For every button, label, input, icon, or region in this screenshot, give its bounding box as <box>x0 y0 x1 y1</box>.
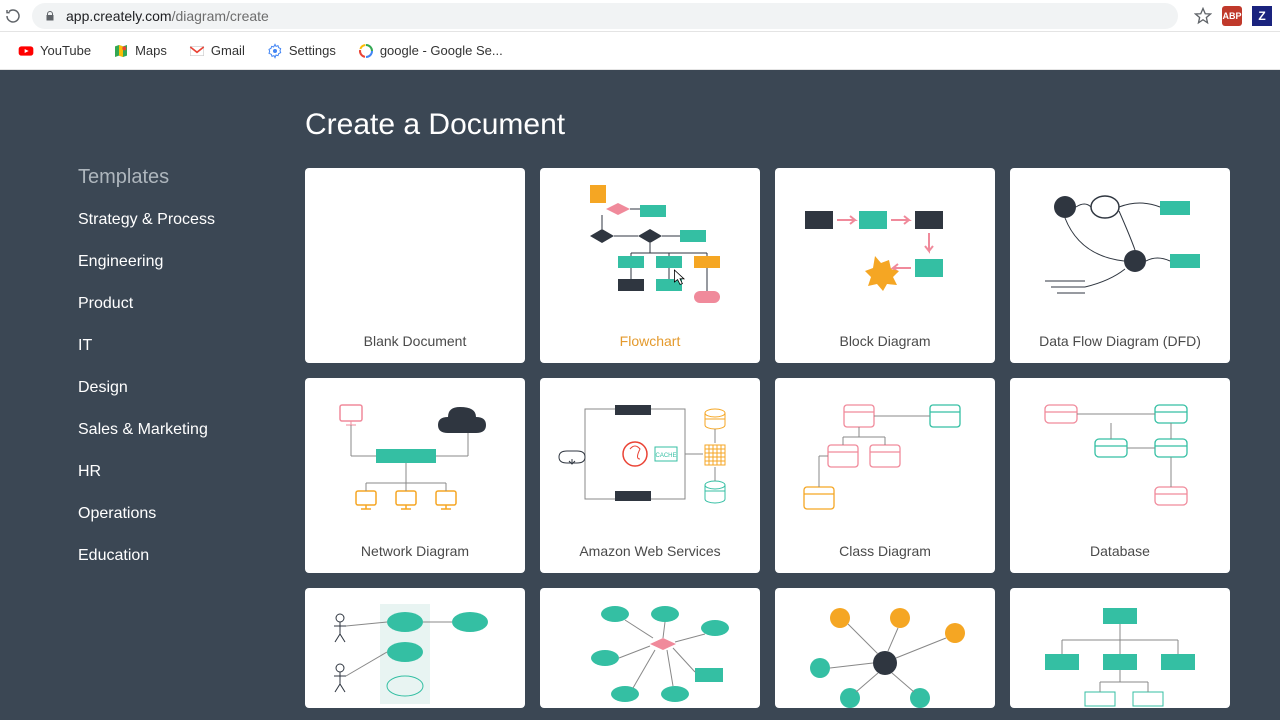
template-flowchart[interactable]: Flowchart <box>540 168 760 363</box>
address-bar[interactable]: app.creately.com/diagram/create <box>32 3 1178 29</box>
thumb-flowchart <box>540 168 760 323</box>
bookmark-gmail[interactable]: Gmail <box>189 43 245 59</box>
template-label: Amazon Web Services <box>540 533 760 573</box>
template-database[interactable]: Database <box>1010 378 1230 573</box>
maps-icon <box>113 43 129 59</box>
sidebar-item-hr[interactable]: HR <box>78 463 285 481</box>
adblock-extension-icon[interactable]: ABP <box>1222 6 1242 26</box>
template-block-diagram[interactable]: Block Diagram <box>775 168 995 363</box>
settings-icon <box>267 43 283 59</box>
template-aws[interactable]: CACHE <box>540 378 760 573</box>
sidebar-heading: Templates <box>78 166 285 189</box>
template-label: Flowchart <box>540 323 760 363</box>
app-container: Templates Strategy & Process Engineering… <box>0 70 1280 720</box>
cursor-icon <box>672 268 688 288</box>
google-icon <box>358 43 374 59</box>
template-network-diagram[interactable]: Network Diagram <box>305 378 525 573</box>
template-label: Network Diagram <box>305 533 525 573</box>
template-label: Class Diagram <box>775 533 995 573</box>
bookmark-label: google - Google Se... <box>380 43 503 58</box>
sidebar-item-engineering[interactable]: Engineering <box>78 253 285 271</box>
template-label: Database <box>1010 533 1230 573</box>
bookmark-settings[interactable]: Settings <box>267 43 336 59</box>
sidebar-item-product[interactable]: Product <box>78 295 285 313</box>
sidebar-item-education[interactable]: Education <box>78 547 285 565</box>
thumb-blank <box>305 168 525 323</box>
sidebar-item-design[interactable]: Design <box>78 379 285 397</box>
thumb-aws: CACHE <box>540 378 760 533</box>
thumb-orgchart <box>1010 588 1230 718</box>
thumb-graph <box>775 588 995 718</box>
extension-z-icon[interactable]: Z <box>1252 6 1272 26</box>
template-card[interactable] <box>775 588 995 708</box>
template-card[interactable] <box>540 588 760 708</box>
template-dfd[interactable]: Data Flow Diagram (DFD) <box>1010 168 1230 363</box>
template-label: Blank Document <box>305 323 525 363</box>
template-class-diagram[interactable]: Class Diagram <box>775 378 995 573</box>
gmail-icon <box>189 43 205 59</box>
thumb-database <box>1010 378 1230 533</box>
page-title: Create a Document <box>305 108 1228 142</box>
sidebar-item-operations[interactable]: Operations <box>78 505 285 523</box>
youtube-icon <box>18 43 34 59</box>
template-label: Data Flow Diagram (DFD) <box>1010 323 1230 363</box>
thumb-usecase <box>305 588 525 718</box>
thumb-mindmap <box>540 588 760 718</box>
sidebar-item-sales[interactable]: Sales & Marketing <box>78 421 285 439</box>
lock-icon <box>44 9 56 23</box>
bookmark-label: Gmail <box>211 43 245 58</box>
svg-text:CACHE: CACHE <box>655 453 676 459</box>
thumb-block <box>775 168 995 323</box>
thumb-class <box>775 378 995 533</box>
sidebar-item-it[interactable]: IT <box>78 337 285 355</box>
bookmark-star-icon[interactable] <box>1194 7 1212 25</box>
browser-toolbar: app.creately.com/diagram/create ABP Z <box>0 0 1280 32</box>
bookmark-google[interactable]: google - Google Se... <box>358 43 503 59</box>
bookmark-label: YouTube <box>40 43 91 58</box>
sidebar-item-strategy[interactable]: Strategy & Process <box>78 211 285 229</box>
bookmark-label: Maps <box>135 43 167 58</box>
bookmarks-bar: YouTube Maps Gmail Settings google - Goo… <box>0 32 1280 70</box>
template-label: Block Diagram <box>775 323 995 363</box>
bookmark-label: Settings <box>289 43 336 58</box>
main-content: Create a Document Blank Document <box>285 70 1280 720</box>
reload-icon[interactable] <box>4 7 22 25</box>
url-text: app.creately.com/diagram/create <box>66 8 269 24</box>
sidebar: Templates Strategy & Process Engineering… <box>0 70 285 720</box>
bookmark-maps[interactable]: Maps <box>113 43 167 59</box>
template-card[interactable] <box>1010 588 1230 708</box>
bookmark-youtube[interactable]: YouTube <box>18 43 91 59</box>
thumb-dfd <box>1010 168 1230 323</box>
template-grid: Blank Document <box>305 168 1228 708</box>
thumb-network <box>305 378 525 533</box>
template-card[interactable] <box>305 588 525 708</box>
template-blank-document[interactable]: Blank Document <box>305 168 525 363</box>
